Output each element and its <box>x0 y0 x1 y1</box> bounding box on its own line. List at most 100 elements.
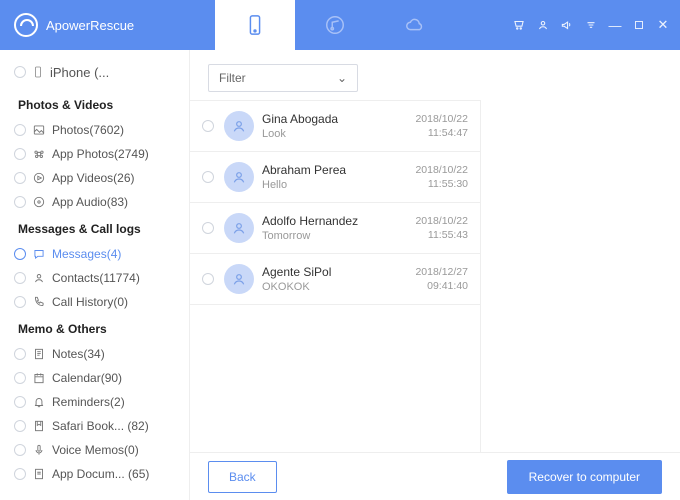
radio-icon[interactable] <box>14 248 26 260</box>
sidebar-item-label: App Photos(2749) <box>52 147 149 161</box>
back-button[interactable]: Back <box>208 461 277 493</box>
user-icon[interactable] <box>536 18 550 32</box>
footer: Back Recover to computer <box>190 452 680 500</box>
cloud-icon <box>404 14 426 36</box>
thread-preview: OKOKOK <box>262 281 407 293</box>
avatar <box>224 264 254 294</box>
radio-icon[interactable] <box>14 148 26 160</box>
thread-name: Adolfo Hernandez <box>262 214 407 228</box>
thread-time: 11:55:43 <box>415 228 468 242</box>
phone-icon <box>244 14 266 36</box>
sidebar-item-notes[interactable]: Notes(34) <box>0 342 189 366</box>
sidebar-item-label: App Audio(83) <box>52 195 128 209</box>
thread-preview: Look <box>262 128 407 140</box>
sidebar-item-app-videos[interactable]: App Videos(26) <box>0 166 189 190</box>
sidebar-item-label: Voice Memos(0) <box>52 443 139 457</box>
tab-itunes[interactable] <box>295 0 375 50</box>
radio-icon[interactable] <box>202 273 214 285</box>
play-icon <box>32 171 46 185</box>
section-memo-others: Memo & Others <box>0 314 189 342</box>
sidebar-item-label: App Docum... (65) <box>52 467 149 481</box>
announce-icon[interactable] <box>560 18 574 32</box>
tab-icloud[interactable] <box>375 0 455 50</box>
phone-small-icon <box>32 64 44 80</box>
radio-icon[interactable] <box>14 420 26 432</box>
device-row[interactable]: iPhone (... <box>0 58 189 90</box>
radio-icon[interactable] <box>14 396 26 408</box>
radio-icon[interactable] <box>14 196 26 208</box>
thread-time: 09:41:40 <box>415 279 468 293</box>
photo-icon <box>32 123 46 137</box>
avatar-icon <box>231 118 247 134</box>
phone-call-icon <box>32 295 46 309</box>
thread-time: 11:55:30 <box>415 177 468 191</box>
sidebar-item-safari-bookmarks[interactable]: Safari Book... (82) <box>0 414 189 438</box>
radio-icon[interactable] <box>14 296 26 308</box>
brand-logo-icon <box>14 13 38 37</box>
radio-icon[interactable] <box>14 66 26 78</box>
radio-icon[interactable] <box>14 468 26 480</box>
tab-device[interactable] <box>215 0 295 50</box>
sidebar-item-label: Safari Book... (82) <box>52 419 149 433</box>
sidebar-item-reminders[interactable]: Reminders(2) <box>0 390 189 414</box>
avatar-icon <box>231 271 247 287</box>
radio-icon[interactable] <box>14 444 26 456</box>
music-icon <box>324 14 346 36</box>
radio-icon[interactable] <box>202 222 214 234</box>
thread-row[interactable]: Agente SiPol OKOKOK 2018/12/27 09:41:40 <box>190 253 480 305</box>
audio-icon <box>32 195 46 209</box>
radio-icon[interactable] <box>202 120 214 132</box>
calendar-icon <box>32 371 46 385</box>
sidebar-item-app-audio[interactable]: App Audio(83) <box>0 190 189 214</box>
note-icon <box>32 347 46 361</box>
close-icon[interactable]: ✕ <box>656 18 670 32</box>
window-controls: — ✕ <box>512 18 670 32</box>
thread-date: 2018/10/22 <box>415 214 468 228</box>
radio-icon[interactable] <box>202 171 214 183</box>
filter-dropdown[interactable]: Filter ⌄ <box>208 64 358 92</box>
radio-icon[interactable] <box>14 348 26 360</box>
avatar-icon <box>231 169 247 185</box>
minimize-icon[interactable]: — <box>608 18 622 32</box>
thread-row[interactable]: Gina Abogada Look 2018/10/22 11:54:47 <box>190 100 480 151</box>
sidebar-item-label: Messages(4) <box>52 247 121 261</box>
thread-row[interactable]: Abraham Perea Hello 2018/10/22 11:55:30 <box>190 151 480 202</box>
radio-icon[interactable] <box>14 172 26 184</box>
filter-label: Filter <box>219 71 246 85</box>
sidebar-item-call-history[interactable]: Call History(0) <box>0 290 189 314</box>
sidebar-item-label: Notes(34) <box>52 347 105 361</box>
sidebar: iPhone (... Photos & Videos Photos(7602)… <box>0 50 190 500</box>
sidebar-item-photos[interactable]: Photos(7602) <box>0 118 189 142</box>
cart-icon[interactable] <box>512 18 526 32</box>
radio-icon[interactable] <box>14 124 26 136</box>
sidebar-item-label: App Videos(26) <box>52 171 135 185</box>
thread-preview: Tomorrow <box>262 230 407 242</box>
sidebar-item-label: Contacts(11774) <box>52 271 140 285</box>
recover-button[interactable]: Recover to computer <box>507 460 662 494</box>
sidebar-item-label: Calendar(90) <box>52 371 122 385</box>
radio-icon[interactable] <box>14 272 26 284</box>
sidebar-item-voice-memos[interactable]: Voice Memos(0) <box>0 438 189 462</box>
thread-list: Gina Abogada Look 2018/10/22 11:54:47 Ab… <box>190 100 480 452</box>
thread-name: Gina Abogada <box>262 112 407 126</box>
avatar-icon <box>231 220 247 236</box>
sidebar-item-messages[interactable]: Messages(4) <box>0 242 189 266</box>
sidebar-item-label: Reminders(2) <box>52 395 125 409</box>
thread-preview: Hello <box>262 179 407 191</box>
sidebar-item-label: Photos(7602) <box>52 123 124 137</box>
thread-date: 2018/12/27 <box>415 265 468 279</box>
maximize-icon[interactable] <box>632 18 646 32</box>
sidebar-item-app-photos[interactable]: App Photos(2749) <box>0 142 189 166</box>
section-photos-videos: Photos & Videos <box>0 90 189 118</box>
thread-row[interactable]: Adolfo Hernandez Tomorrow 2018/10/22 11:… <box>190 202 480 253</box>
radio-icon[interactable] <box>14 372 26 384</box>
section-messages-calls: Messages & Call logs <box>0 214 189 242</box>
sidebar-item-calendar[interactable]: Calendar(90) <box>0 366 189 390</box>
mic-icon <box>32 443 46 457</box>
source-tabs <box>215 0 455 50</box>
brand-name: ApowerRescue <box>46 18 134 33</box>
menu-icon[interactable] <box>584 18 598 32</box>
sidebar-item-app-documents[interactable]: App Docum... (65) <box>0 462 189 486</box>
sidebar-item-contacts[interactable]: Contacts(11774) <box>0 266 189 290</box>
bookmark-icon <box>32 419 46 433</box>
